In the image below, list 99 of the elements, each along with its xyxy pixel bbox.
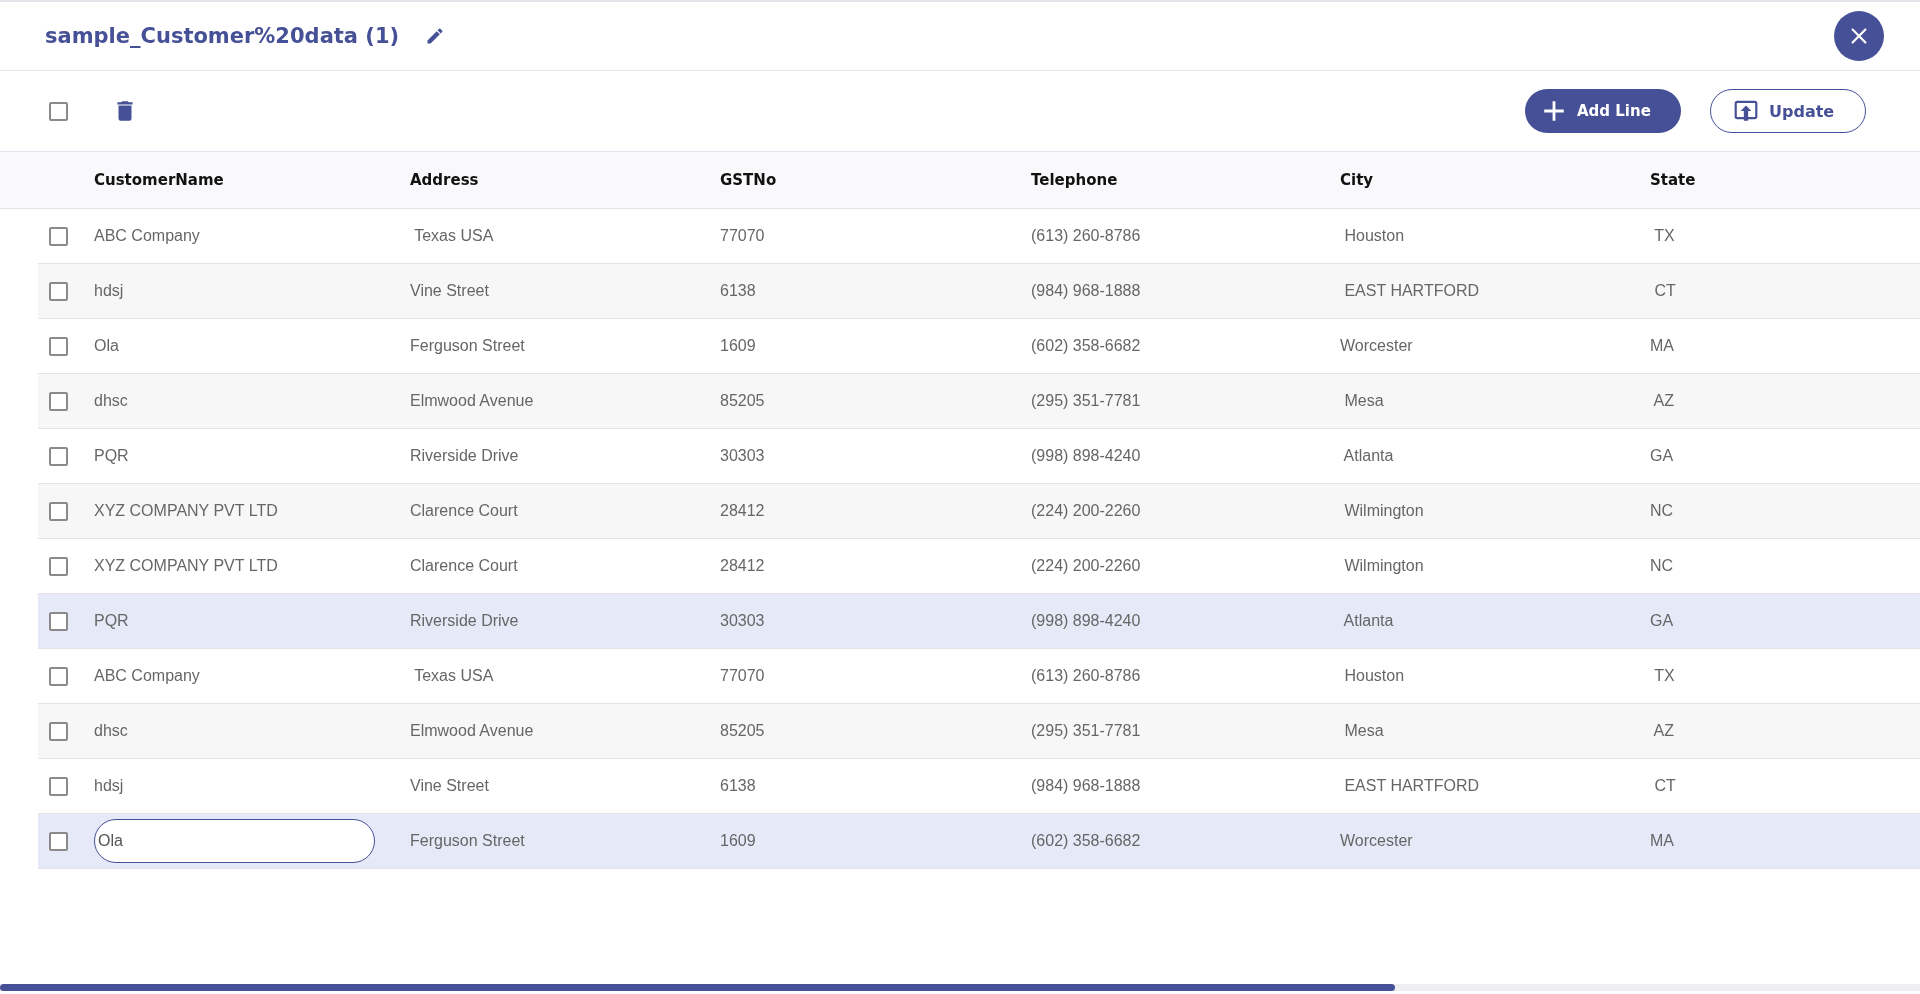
table-cell-text: CT	[1653, 777, 1676, 794]
table-cell: 30303	[720, 447, 765, 464]
table-cell: 1609	[720, 337, 756, 354]
table-cell-text: EAST HARTFORD	[1343, 282, 1479, 299]
plus-icon	[1541, 98, 1567, 124]
row-checkbox[interactable]	[49, 666, 68, 686]
table-cell-text: Mesa	[1343, 392, 1384, 409]
table-cell: 77070	[720, 667, 765, 684]
scrollbar-thumb[interactable]	[0, 984, 1395, 991]
table-cell: Worcester	[1340, 832, 1413, 849]
row-checkbox[interactable]	[49, 391, 68, 411]
row-checkbox[interactable]	[49, 831, 68, 851]
table-cell: Elmwood Avenue	[410, 722, 534, 739]
table-cell: XYZ COMPANY PVT LTD	[94, 502, 278, 519]
table-cell: Clarence Court	[410, 557, 518, 574]
table-cell-text: CT	[1653, 282, 1676, 299]
table-cell: dhsc	[94, 722, 128, 739]
table-cell: 30303	[720, 612, 765, 629]
table-cell-text: TX	[1653, 227, 1675, 244]
table-cell-text: AZ	[1652, 392, 1674, 409]
table-cell: (613) 260-8786	[1031, 667, 1141, 684]
column-header[interactable]: Address	[410, 171, 479, 189]
table-cell-text: AZ	[1652, 722, 1674, 739]
table-cell: PQR	[94, 447, 129, 464]
table-cell: 77070	[720, 227, 765, 244]
table-cell: (295) 351-7781	[1031, 722, 1141, 739]
table-cell: (613) 260-8786	[1031, 227, 1141, 244]
table-cell: XYZ COMPANY PVT LTD	[94, 557, 278, 574]
table-cell: NC	[1650, 557, 1674, 574]
table-cell-text: TX	[1653, 667, 1675, 684]
table-cell-text: Houston	[1343, 667, 1405, 684]
select-all-checkbox[interactable]	[49, 101, 68, 121]
table-cell-text: Texas USA	[413, 667, 494, 684]
close-icon	[1848, 25, 1870, 47]
table-cell: (984) 968-1888	[1031, 777, 1141, 794]
row-checkbox[interactable]	[49, 721, 68, 741]
table-cell: Riverside Drive	[410, 447, 519, 464]
table-cell: (224) 200-2260	[1031, 557, 1141, 574]
table-cell-text: Atlanta	[1342, 612, 1394, 629]
table-cell: Clarence Court	[410, 502, 518, 519]
table-cell: Ferguson Street	[410, 337, 525, 354]
table-cell-text: Wilmington	[1343, 557, 1424, 574]
table-cell: (295) 351-7781	[1031, 392, 1141, 409]
table-cell: 28412	[720, 502, 765, 519]
table-cell-text: EAST HARTFORD	[1343, 777, 1479, 794]
table-cell-text: Wilmington	[1343, 502, 1424, 519]
table-cell: Ola	[94, 337, 119, 354]
upload-icon	[1733, 98, 1759, 124]
table-cell: Riverside Drive	[410, 612, 519, 629]
row-checkbox[interactable]	[49, 446, 68, 466]
table-cell: ABC Company	[94, 227, 200, 244]
table-cell: 85205	[720, 392, 765, 409]
cell-input-field[interactable]: Ola	[94, 819, 375, 863]
table-cell: PQR	[94, 612, 129, 629]
table-cell: Worcester	[1340, 337, 1413, 354]
column-header[interactable]: City	[1340, 171, 1374, 189]
table-cell: Elmwood Avenue	[410, 392, 534, 409]
table-cell-text: Texas USA	[413, 227, 494, 244]
table-cell: (998) 898-4240	[1031, 612, 1141, 629]
table-cell: ABC Company	[94, 667, 200, 684]
table-cell: NC	[1650, 502, 1674, 519]
table-cell: dhsc	[94, 392, 128, 409]
table-cell: (984) 968-1888	[1031, 282, 1141, 299]
row-checkbox[interactable]	[49, 556, 68, 576]
row-checkbox[interactable]	[49, 501, 68, 521]
table-cell-text: Mesa	[1343, 722, 1384, 739]
table-cell: Vine Street	[410, 777, 489, 794]
row-checkbox[interactable]	[49, 611, 68, 631]
table-cell: GA	[1650, 447, 1674, 464]
close-button[interactable]	[1834, 11, 1884, 61]
table-cell: Ferguson Street	[410, 832, 525, 849]
column-header[interactable]: GSTNo	[720, 171, 777, 189]
table-cell-text: Atlanta	[1342, 447, 1394, 464]
add-line-button[interactable]: Add Line	[1525, 89, 1681, 133]
row-checkbox[interactable]	[49, 336, 68, 356]
table-cell: (602) 358-6682	[1031, 337, 1141, 354]
table-cell: (602) 358-6682	[1031, 832, 1141, 849]
file-title: sample_Customer%20data (1)	[45, 24, 400, 48]
table-cell: 1609	[720, 832, 756, 849]
table-cell: MA	[1650, 832, 1674, 849]
table-cell: GA	[1650, 612, 1674, 629]
table-cell: (224) 200-2260	[1031, 502, 1141, 519]
row-checkbox[interactable]	[49, 776, 68, 796]
table-cell: Vine Street	[410, 282, 489, 299]
row-checkbox[interactable]	[49, 226, 68, 246]
table-cell: 28412	[720, 557, 765, 574]
table-cell: 6138	[720, 282, 756, 299]
table-cell: 85205	[720, 722, 765, 739]
column-header[interactable]: CustomerName	[94, 171, 224, 189]
table-cell: hdsj	[94, 282, 124, 299]
table-cell: hdsj	[94, 777, 124, 794]
column-header[interactable]: Telephone	[1031, 171, 1118, 189]
row-checkbox[interactable]	[49, 281, 68, 301]
column-header[interactable]: State	[1650, 171, 1696, 189]
table-cell: (998) 898-4240	[1031, 447, 1141, 464]
table-cell: MA	[1650, 337, 1674, 354]
update-button[interactable]: Update	[1710, 89, 1866, 133]
table-cell-text: Houston	[1343, 227, 1405, 244]
table-cell: 6138	[720, 777, 756, 794]
